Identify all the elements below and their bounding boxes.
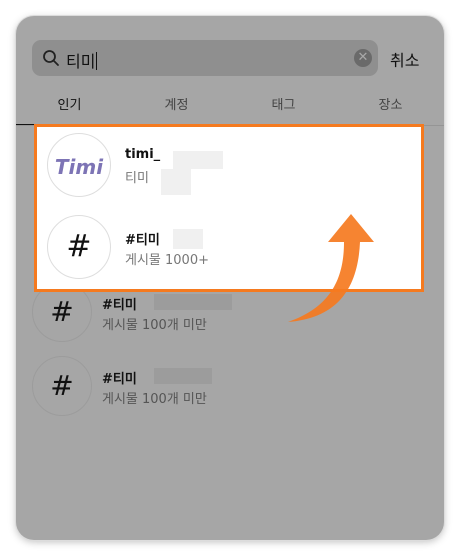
list-item-title: #티미 (102, 372, 137, 387)
redaction (161, 169, 191, 195)
hashtag-title: #티미 (125, 233, 160, 248)
redaction (173, 151, 223, 169)
account-username: timi_ (125, 147, 161, 162)
redaction (154, 368, 212, 384)
search-query: 티미 (66, 52, 98, 71)
tab-popular[interactable]: 인기 (16, 94, 123, 113)
account-name: 티미 (125, 171, 149, 186)
redaction (154, 294, 232, 310)
tab-accounts[interactable]: 계정 (123, 94, 230, 113)
search-input[interactable]: 티미 ✕ (32, 40, 378, 76)
hashtag-icon: # (32, 356, 92, 416)
list-item-subtitle: 게시물 100개 미만 (102, 392, 207, 407)
text-caret (96, 52, 98, 70)
cancel-button[interactable]: 취소 (390, 47, 419, 71)
list-item[interactable]: # #티미 게시물 100개 미만 (32, 356, 432, 416)
tab-places[interactable]: 장소 (337, 94, 444, 113)
list-item-subtitle: 게시물 100개 미만 (102, 318, 207, 333)
timi-logo-avatar: Timi (47, 133, 111, 197)
tab-bar: 인기 계정 태그 장소 (16, 94, 444, 126)
hashtag-post-count: 게시물 1000+ (125, 253, 209, 268)
clear-icon[interactable]: ✕ (354, 49, 372, 67)
curved-arrow-icon (288, 214, 374, 322)
search-bar: 티미 ✕ 취소 (32, 40, 444, 76)
redaction (173, 229, 203, 249)
hashtag-icon: # (47, 215, 111, 279)
tab-tags[interactable]: 태그 (230, 94, 337, 113)
list-item-title: #티미 (102, 298, 137, 313)
search-icon (43, 50, 59, 66)
account-result[interactable]: Timi timi_ 티미 (47, 133, 407, 197)
